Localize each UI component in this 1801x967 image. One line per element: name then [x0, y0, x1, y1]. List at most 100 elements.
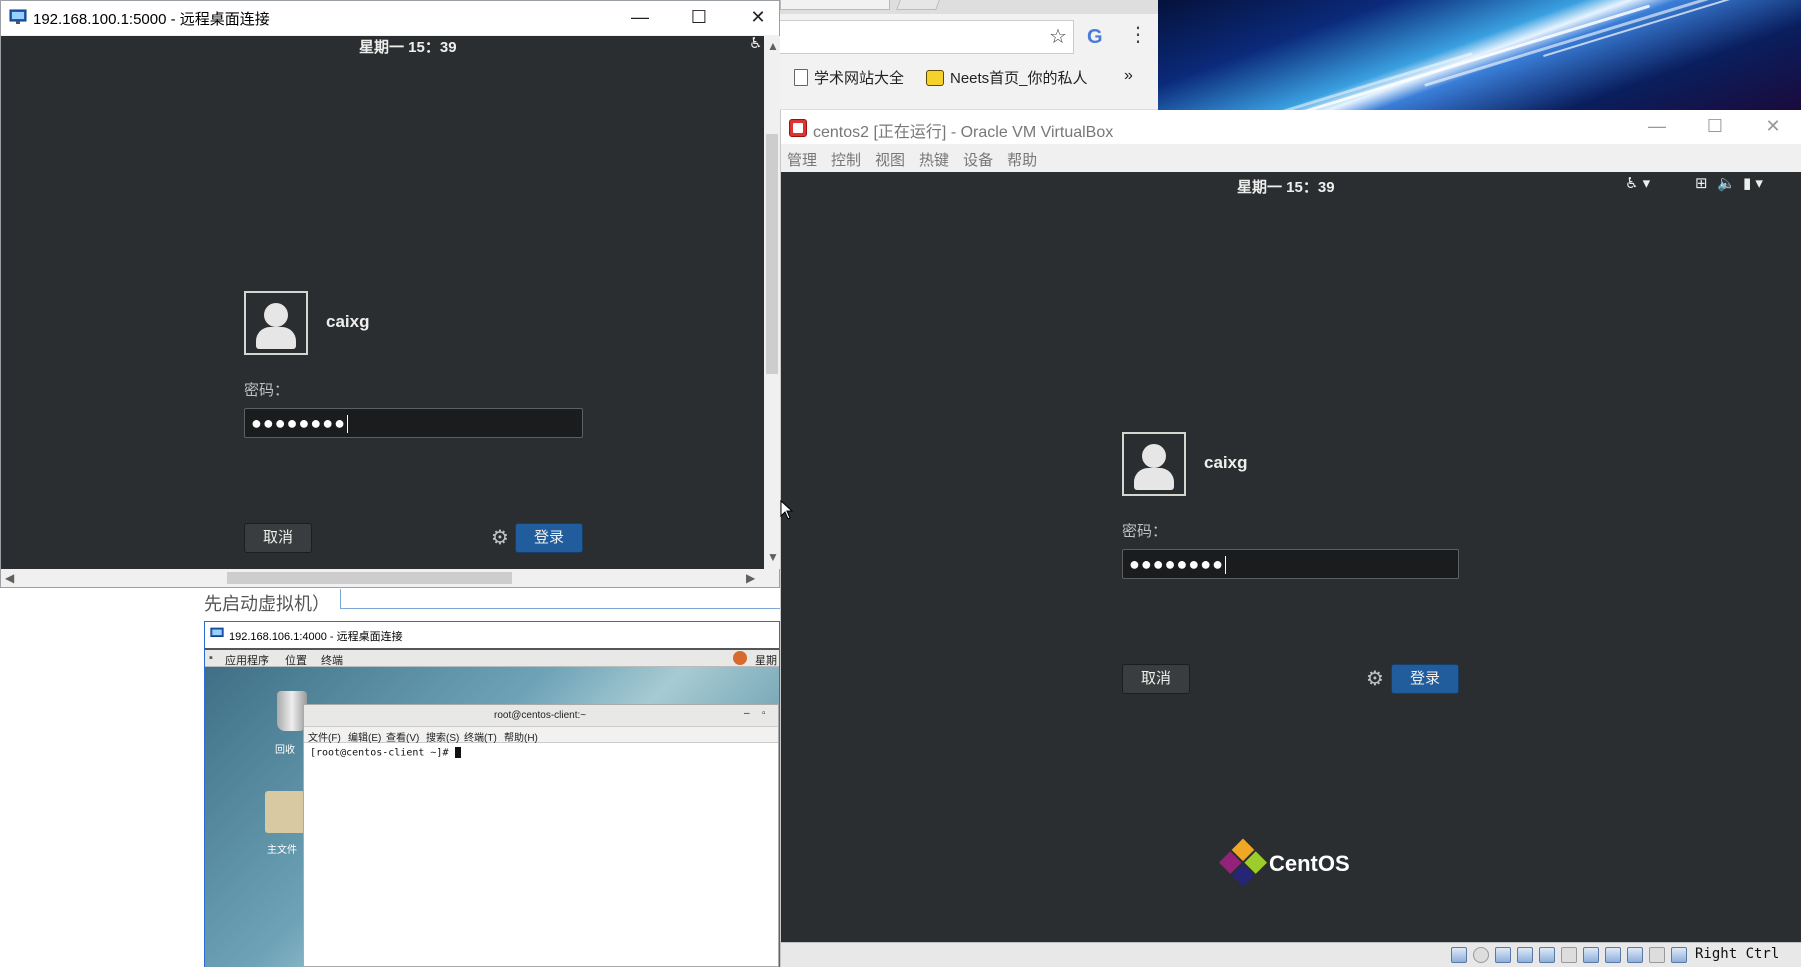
menu-places[interactable]: 位置 — [285, 652, 307, 668]
gear-icon[interactable]: ⚙ — [1366, 669, 1384, 689]
accessibility-icon[interactable]: ♿ ▾ — [1625, 176, 1650, 192]
minimize-button[interactable]: – — [744, 708, 750, 719]
page-icon — [794, 69, 808, 86]
window-titlebar[interactable]: 192.168.100.1:5000 - 远程桌面连接 — ☐ ✕ — [1, 1, 779, 35]
usb-icon[interactable] — [1539, 947, 1555, 963]
centos-logo: CentOS — [1218, 838, 1350, 887]
menu-hotkey[interactable]: 热键 — [913, 144, 957, 172]
menu-view[interactable]: 查看(V) — [386, 729, 419, 744]
bookmarks-overflow-button[interactable]: » — [1124, 67, 1133, 85]
maximize-button[interactable]: ☐ — [670, 1, 728, 33]
new-tab-button[interactable] — [896, 0, 940, 10]
cat-face-icon — [926, 69, 944, 86]
cancel-button[interactable]: 取消 — [1122, 664, 1190, 694]
menu-help[interactable]: 帮助(H) — [504, 729, 538, 744]
more-menu-icon[interactable]: ⋮ — [1128, 25, 1148, 45]
minimize-button[interactable]: — — [1628, 110, 1686, 142]
document-table-border — [340, 589, 780, 609]
home-folder-icon[interactable] — [265, 791, 305, 833]
password-value: ●●●●●●●● — [251, 413, 346, 433]
window-title: 192.168.100.1:5000 - 远程桌面连接 — [33, 11, 270, 28]
user-avatar — [244, 291, 308, 355]
scroll-up-arrow[interactable]: ▲ — [767, 40, 779, 52]
star-icon[interactable]: ☆ — [1049, 27, 1067, 47]
menu-control[interactable]: 控制 — [825, 144, 869, 172]
centos-wordmark: CentOS — [1269, 851, 1350, 876]
remote-desktop-window: 192.168.100.1:5000 - 远程桌面连接 — ☐ ✕ 星期一 15… — [0, 0, 780, 588]
scroll-right-arrow[interactable]: ▶ — [746, 572, 755, 584]
terminal-cursor — [454, 747, 461, 758]
gnome-top-bar: ▪ 应用程序 位置 终端 星期 — [205, 648, 779, 667]
maximize-button[interactable]: ☐ — [1686, 110, 1744, 142]
shared-folder-icon[interactable] — [1561, 947, 1577, 963]
bookmark-label: Neets首页_你的私人 — [950, 70, 1088, 87]
password-input[interactable]: ●●●●●●●● — [1122, 549, 1459, 579]
accessibility-icon[interactable]: ♿ — [749, 36, 762, 52]
menu-manage[interactable]: 管理 — [781, 144, 825, 172]
gear-icon[interactable]: ⚙ — [491, 528, 509, 548]
document-text: 先启动虚拟机） — [204, 594, 330, 614]
password-label: 密码： — [1122, 523, 1168, 540]
remote-desktop-window-2: 192.168.106.1:4000 - 远程桌面连接 ▪ 应用程序 位置 终端… — [204, 621, 780, 967]
terminal-prompt[interactable]: [root@centos-client ~]# — [310, 747, 461, 759]
display-icon[interactable] — [1583, 947, 1599, 963]
browser-window: ☆ G ⋮ 学术网站大全 Neets首页_你的私人 » — [780, 0, 1158, 110]
network-icon[interactable]: ⊞ — [1695, 176, 1708, 192]
login-button[interactable]: 登录 — [515, 523, 583, 553]
bookmark-item[interactable]: Neets首页_你的私人 — [926, 67, 1088, 88]
menu-file[interactable]: 文件(F) — [308, 729, 341, 744]
translate-icon[interactable]: G — [1087, 27, 1103, 47]
bookmark-item[interactable]: 学术网站大全 — [794, 67, 904, 88]
virtualbox-icon — [789, 119, 807, 137]
maximize-button[interactable]: ▫ — [762, 708, 766, 719]
desktop-label: 回收 — [275, 745, 295, 756]
menu-view[interactable]: 视图 — [869, 144, 913, 172]
text-caret — [346, 415, 348, 434]
login-button[interactable]: 登录 — [1391, 664, 1459, 694]
cpu-icon[interactable] — [1627, 947, 1643, 963]
optical-drive-icon[interactable] — [1473, 947, 1489, 963]
minimize-button[interactable]: — — [611, 1, 669, 33]
mouse-integration-icon[interactable] — [1649, 947, 1665, 963]
gdm-login-screen: 星期一 15：39 ♿ caixg 密码： ●●●●●●●● 取消 ⚙ 登录 — [1, 36, 764, 569]
close-button[interactable]: ✕ — [1744, 110, 1801, 142]
battery-icon[interactable]: ▮ ▾ — [1743, 176, 1763, 192]
keyboard-capture-icon[interactable] — [1671, 947, 1687, 963]
menu-devices[interactable]: 设备 — [957, 144, 1001, 172]
menu-help[interactable]: 帮助 — [1001, 144, 1045, 172]
menu-search[interactable]: 搜索(S) — [426, 729, 459, 744]
remote-desktop-icon — [9, 9, 27, 24]
remote-desktop-icon — [210, 627, 224, 637]
menu-applications[interactable]: 应用程序 — [225, 652, 269, 668]
vertical-scrollbar[interactable]: ▲ ▼ — [764, 36, 780, 569]
virtualbox-window: centos2 [正在运行] - Oracle VM VirtualBox — … — [780, 110, 1801, 967]
menu-terminal[interactable]: 终端(T) — [464, 729, 497, 744]
tab-strip — [780, 0, 1158, 14]
window-titlebar[interactable]: 192.168.106.1:4000 - 远程桌面连接 — [205, 622, 779, 648]
menu-terminal[interactable]: 终端 — [321, 652, 343, 668]
scroll-left-arrow[interactable]: ◀ — [5, 572, 14, 584]
address-bar[interactable] — [780, 20, 1074, 54]
audio-icon[interactable] — [1495, 947, 1511, 963]
close-button[interactable]: ✕ — [729, 1, 787, 33]
hdd-icon[interactable] — [1451, 947, 1467, 963]
scrollbar-thumb[interactable] — [227, 572, 512, 584]
terminal-titlebar[interactable]: root@centos-client:~ – ▫ — [304, 705, 778, 727]
user-icon[interactable] — [733, 651, 747, 665]
scrollbar-thumb[interactable] — [766, 134, 778, 374]
menu-edit[interactable]: 编辑(E) — [348, 729, 381, 744]
clock: 星期一 15：39 — [359, 39, 457, 56]
password-label: 密码： — [244, 382, 290, 399]
network-adapter-icon[interactable] — [1517, 947, 1533, 963]
password-input[interactable]: ●●●●●●●● — [244, 408, 583, 438]
vbox-statusbar: Right Ctrl — [781, 942, 1801, 967]
cancel-button[interactable]: 取消 — [244, 523, 312, 553]
username: caixg — [1204, 453, 1248, 472]
clock: 星期一 15：39 — [1237, 179, 1335, 196]
horizontal-scrollbar[interactable]: ◀ ▶ — [1, 569, 764, 587]
scroll-down-arrow[interactable]: ▼ — [767, 551, 779, 563]
volume-icon[interactable]: 🔈 — [1717, 176, 1736, 192]
browser-tab[interactable] — [780, 0, 890, 10]
recording-icon[interactable] — [1605, 947, 1621, 963]
window-titlebar[interactable]: centos2 [正在运行] - Oracle VM VirtualBox — … — [781, 110, 1801, 144]
